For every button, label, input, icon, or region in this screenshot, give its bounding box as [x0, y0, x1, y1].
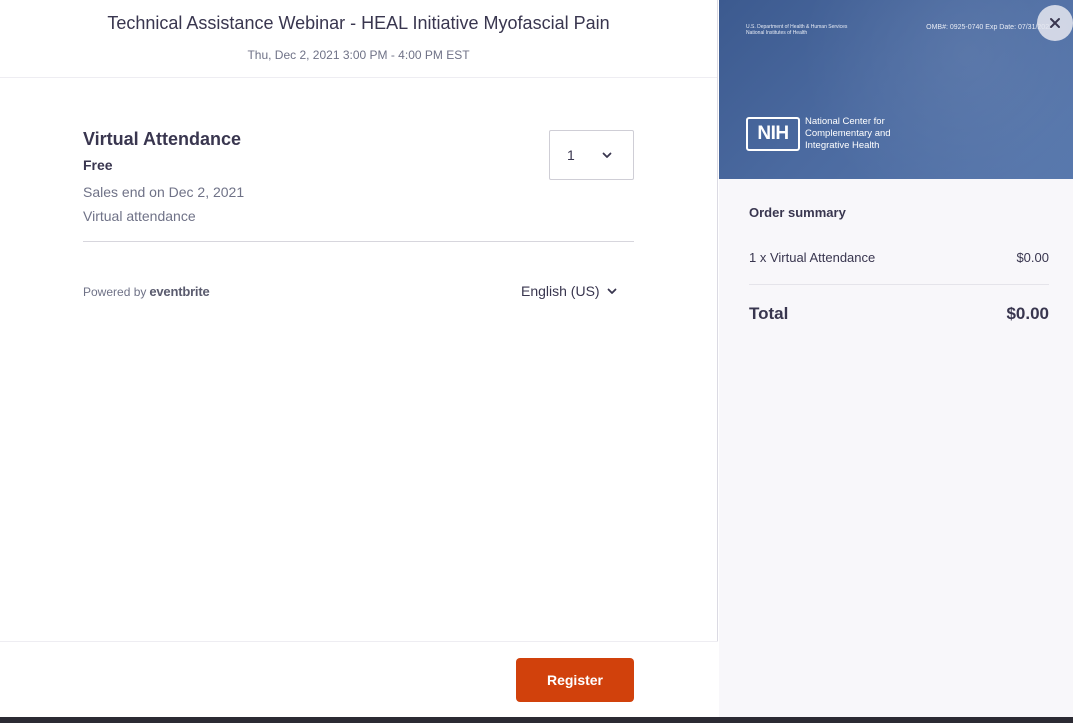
summary-total: Total $0.00 — [749, 304, 1049, 324]
event-title: Technical Assistance Webinar - HEAL Init… — [107, 13, 610, 33]
event-banner-image: U.S. Department of Health & Human Servic… — [719, 0, 1073, 179]
language-select[interactable]: English (US) — [521, 283, 618, 299]
order-summary-panel: U.S. Department of Health & Human Servic… — [719, 0, 1073, 717]
total-value: $0.00 — [1006, 304, 1049, 323]
ticket-selection-panel: Technical Assistance Webinar - HEAL Init… — [0, 0, 718, 717]
close-button[interactable] — [1037, 5, 1073, 41]
ticket-item: Virtual Attendance Free Sales end on Dec… — [83, 128, 634, 242]
quantity-select[interactable]: 1 — [549, 130, 634, 180]
order-summary-title: Order summary — [749, 205, 846, 220]
register-button[interactable]: Register — [516, 658, 634, 702]
language-value: English (US) — [521, 283, 600, 299]
center-line: Complementary and — [805, 128, 891, 139]
powered-by-label: Powered by — [83, 285, 147, 299]
eventbrite-logo[interactable]: eventbrite — [149, 284, 209, 299]
nih-logo: NIH — [746, 117, 800, 151]
event-date: Thu, Dec 2, 2021 3:00 PM - 4:00 PM EST — [247, 48, 470, 62]
center-name: National Center for Complementary and In… — [805, 116, 891, 152]
agency-line: National Institutes of Health — [746, 30, 808, 36]
powered-by: Powered by eventbrite — [83, 284, 210, 299]
quantity-value: 1 — [567, 147, 575, 163]
line-item-price: $0.00 — [1016, 250, 1049, 265]
ticket-description: Virtual attendance — [83, 208, 196, 224]
ticket-sales-end: Sales end on Dec 2, 2021 — [83, 184, 245, 200]
center-line: Integrative Health — [805, 140, 880, 151]
order-summary: Order summary 1 x Virtual Attendance $0.… — [749, 205, 1049, 324]
event-header: Technical Assistance Webinar - HEAL Init… — [0, 0, 717, 78]
chevron-down-icon — [607, 288, 616, 294]
window-bottom-edge — [0, 717, 1073, 723]
omb-text: OMB#: 0925-0740 Exp Date: 07/31/2022 — [926, 24, 1053, 31]
total-label: Total — [749, 304, 789, 323]
summary-line-item: 1 x Virtual Attendance $0.00 — [749, 250, 1049, 285]
checkout-footer: Register — [0, 641, 718, 717]
center-line: National Center for — [805, 116, 885, 127]
close-icon — [1050, 18, 1060, 28]
line-item-label: 1 x Virtual Attendance — [749, 250, 876, 265]
checkout-modal: Technical Assistance Webinar - HEAL Init… — [0, 0, 1073, 723]
chevron-down-icon — [602, 152, 612, 158]
agency-text: U.S. Department of Health & Human Servic… — [746, 24, 847, 36]
